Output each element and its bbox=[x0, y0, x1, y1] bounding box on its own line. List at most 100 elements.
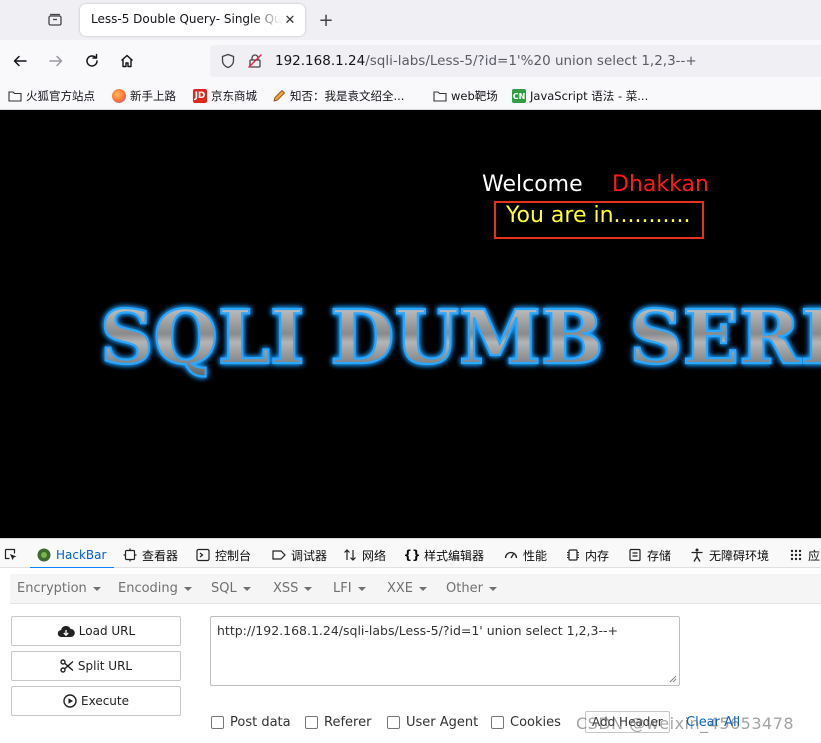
insecure-lock-icon[interactable] bbox=[247, 53, 263, 73]
style-editor-icon: {} bbox=[403, 548, 421, 562]
console-icon bbox=[196, 548, 210, 562]
bookmark-label: 新手上路 bbox=[130, 89, 176, 103]
bookmark-label: 知否：我是袁文绍全... bbox=[290, 89, 405, 103]
bookmark-firefox-official[interactable]: 火狐官方站点 bbox=[8, 87, 95, 105]
reload-icon[interactable] bbox=[82, 51, 102, 71]
folder-icon bbox=[8, 89, 22, 103]
user-agent-checkbox[interactable] bbox=[387, 715, 400, 729]
tab-console[interactable]: 控制台 bbox=[196, 546, 251, 564]
menu-other[interactable]: Other bbox=[446, 581, 497, 596]
option-cookies[interactable]: Cookies bbox=[491, 714, 561, 730]
performance-icon bbox=[504, 548, 518, 562]
welcome-text: Welcome bbox=[482, 172, 583, 197]
tab-title: Less-5 Double Query- Single Quotes bbox=[91, 12, 281, 26]
bookmark-web-range[interactable]: web靶场 bbox=[433, 87, 498, 105]
bookmark-getting-started[interactable]: 新手上路 bbox=[112, 87, 176, 105]
load-url-button[interactable]: Load URL bbox=[11, 616, 181, 646]
tab-close-icon[interactable]: ✕ bbox=[281, 11, 299, 29]
tab-hackbar[interactable]: HackBar bbox=[37, 546, 106, 564]
jd-icon: JD bbox=[193, 89, 207, 103]
scissors-icon bbox=[60, 659, 74, 673]
home-icon[interactable] bbox=[117, 51, 137, 71]
forward-arrow-icon[interactable] bbox=[46, 51, 66, 71]
tab-label: 应 bbox=[808, 548, 821, 563]
tab-label: 存储 bbox=[647, 548, 672, 563]
storage-icon bbox=[628, 548, 642, 562]
menu-sql[interactable]: SQL bbox=[211, 581, 251, 596]
option-label: Post data bbox=[230, 714, 291, 730]
new-tab-button[interactable]: + bbox=[315, 9, 337, 31]
bookmark-javascript[interactable]: CN JavaScript 语法 - 菜... bbox=[512, 87, 648, 105]
bookmark-label: 京东商城 bbox=[211, 89, 257, 103]
tab-label: 网络 bbox=[362, 548, 387, 563]
tab-label: HackBar bbox=[56, 548, 107, 562]
navigation-bar: 192.168.1.24/sqli-labs/Less-5/?id=1'%20 … bbox=[0, 40, 821, 82]
menu-xss[interactable]: XSS bbox=[273, 581, 312, 596]
banner-text: SQLI DUMB SERIES bbox=[100, 295, 821, 381]
tab-label: 无障碍环境 bbox=[709, 548, 770, 563]
tab-apps[interactable]: 应 bbox=[789, 546, 820, 564]
network-icon bbox=[343, 548, 357, 562]
bookmark-zhifou[interactable]: 知否：我是袁文绍全... bbox=[272, 87, 404, 105]
tab-label: 样式编辑器 bbox=[424, 548, 485, 563]
option-post-data[interactable]: Post data bbox=[211, 714, 291, 730]
tab-debugger[interactable]: 调试器 bbox=[272, 546, 327, 564]
bookmark-label: web靶场 bbox=[451, 89, 498, 103]
tab-performance[interactable]: 性能 bbox=[504, 546, 547, 564]
bookmarks-bar: 火狐官方站点 新手上路 JD 京东商城 知否：我是袁文绍全... web靶场 C… bbox=[0, 82, 821, 110]
split-url-button[interactable]: Split URL bbox=[11, 651, 181, 681]
shield-icon[interactable] bbox=[220, 53, 236, 73]
url-text[interactable]: 192.168.1.24/sqli-labs/Less-5/?id=1'%20 … bbox=[275, 53, 697, 69]
option-label: Cookies bbox=[510, 714, 561, 730]
option-label: User Agent bbox=[406, 714, 479, 730]
option-referer[interactable]: Referer bbox=[305, 714, 371, 730]
tab-accessibility[interactable]: 无障碍环境 bbox=[690, 546, 769, 564]
page-content: Welcome Dhakkan You are in........... SQ… bbox=[0, 110, 821, 538]
url-host: 192.168.1.24 bbox=[275, 53, 366, 69]
execute-button[interactable]: Execute bbox=[11, 686, 181, 716]
option-user-agent[interactable]: User Agent bbox=[387, 714, 478, 730]
apps-icon bbox=[789, 548, 803, 562]
hackbar-url-value: http://192.168.1.24/sqli-labs/Less-5/?id… bbox=[217, 623, 618, 638]
load-url-label: Load URL bbox=[78, 624, 136, 638]
post-data-checkbox[interactable] bbox=[211, 715, 224, 729]
tab-label: 控制台 bbox=[215, 548, 252, 563]
play-circle-icon bbox=[63, 694, 77, 708]
tab-list-icon[interactable] bbox=[44, 9, 66, 31]
hackbar-icon bbox=[37, 548, 51, 562]
tab-label: 性能 bbox=[523, 548, 548, 563]
tab-label: 内存 bbox=[585, 548, 610, 563]
tab-strip: Less-5 Double Query- Single Quotes ✕ + bbox=[0, 0, 821, 40]
menu-xxe[interactable]: XXE bbox=[387, 581, 427, 596]
tab-network[interactable]: 网络 bbox=[343, 546, 386, 564]
url-bar[interactable]: 192.168.1.24/sqli-labs/Less-5/?id=1'%20 … bbox=[210, 45, 821, 77]
memory-icon bbox=[566, 548, 580, 562]
tab-label: 调试器 bbox=[291, 548, 328, 563]
tab-label: 查看器 bbox=[142, 548, 179, 563]
cn-icon: CN bbox=[512, 89, 526, 103]
tab-inspector[interactable]: 查看器 bbox=[123, 546, 178, 564]
hackbar-panel: Encryption Encoding SQL XSS LFI XXE Othe… bbox=[0, 568, 821, 743]
folder-icon bbox=[433, 89, 447, 103]
resize-handle-icon[interactable] bbox=[667, 673, 677, 683]
inspector-icon bbox=[123, 548, 137, 562]
tab-memory[interactable]: 内存 bbox=[566, 546, 609, 564]
firefox-icon bbox=[112, 89, 126, 103]
bookmark-jd[interactable]: JD 京东商城 bbox=[193, 87, 257, 105]
menu-encoding[interactable]: Encoding bbox=[118, 581, 192, 596]
cookies-checkbox[interactable] bbox=[491, 715, 504, 729]
menu-encryption[interactable]: Encryption bbox=[17, 581, 101, 596]
accessibility-icon bbox=[690, 548, 704, 562]
tab-storage[interactable]: 存储 bbox=[628, 546, 671, 564]
element-picker-icon[interactable] bbox=[4, 546, 23, 564]
tab-style-editor[interactable]: {} 样式编辑器 bbox=[403, 546, 485, 564]
hackbar-url-textarea[interactable]: http://192.168.1.24/sqli-labs/Less-5/?id… bbox=[210, 616, 680, 686]
url-path: /sqli-labs/Less-5/?id=1'%20 union select… bbox=[365, 53, 697, 69]
browser-tab[interactable]: Less-5 Double Query- Single Quotes ✕ bbox=[80, 4, 305, 36]
hackbar-menu: Encryption Encoding SQL XSS LFI XXE Othe… bbox=[10, 574, 821, 604]
referer-checkbox[interactable] bbox=[305, 715, 318, 729]
result-message: You are in........... bbox=[506, 203, 691, 228]
menu-lfi[interactable]: LFI bbox=[333, 581, 366, 596]
back-arrow-icon[interactable] bbox=[10, 51, 30, 71]
pencil-icon bbox=[272, 89, 286, 103]
